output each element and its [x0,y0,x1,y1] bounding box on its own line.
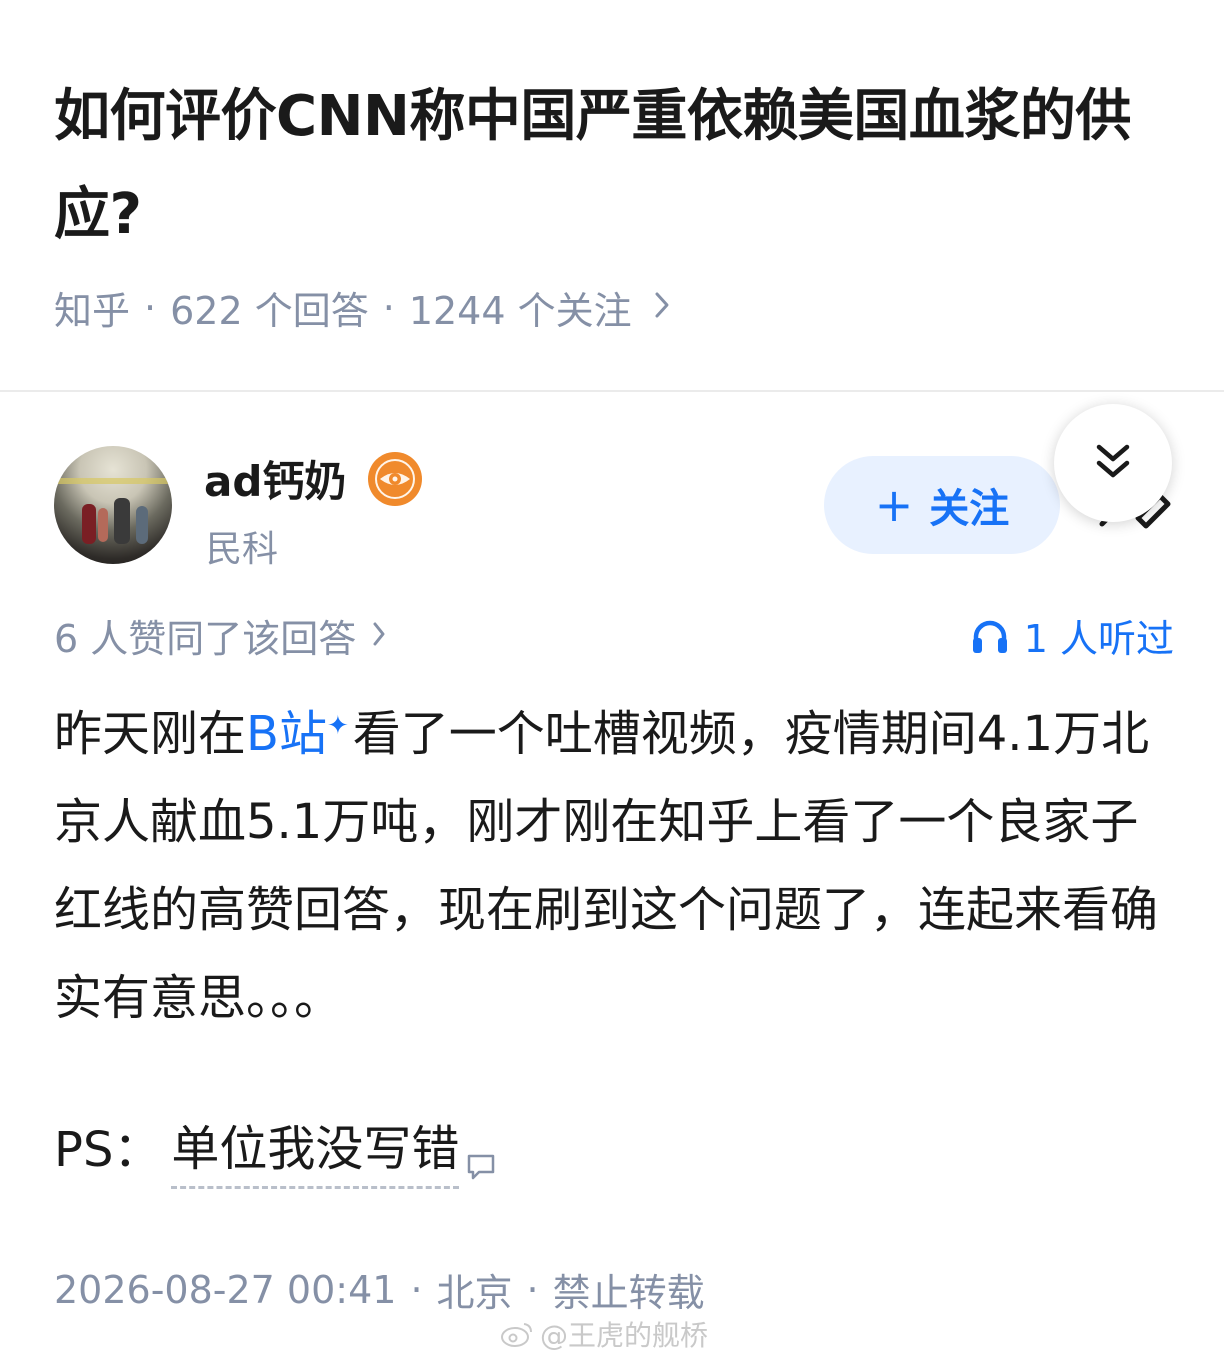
question-meta[interactable]: 知乎 · 622 个回答 · 1244 个关注 [54,280,670,335]
listened-text: 1 人听过 [1023,617,1174,661]
watermark: @王虎的舰桥 [500,1314,708,1354]
ps-paragraph: PS： 单位我没写错 [54,1106,497,1194]
comment-icon[interactable] [465,1122,497,1210]
eye-icon [368,451,423,506]
meta-separator: · [382,285,395,330]
copyright-notice: 禁止转载 [552,1271,705,1315]
author-tag: 民科 [206,529,279,570]
votes-link[interactable]: 6 人赞同了该回答 [54,608,386,663]
ps-prefix: PS： [54,1122,162,1178]
listen-link[interactable]: 1 人听过 [970,608,1174,663]
collapse-button[interactable] [1054,404,1172,522]
weibo-icon [501,1323,532,1347]
section-divider [0,390,1224,392]
content-text: 昨天刚在 [54,706,247,762]
answer-stats: 6 人赞同了该回答 1 人听过 [54,608,1174,661]
author-name-row: ad钙奶 [204,448,423,509]
answers-count: 622 个回答 [170,289,369,333]
bilibili-link[interactable]: B站 [246,706,327,762]
chevron-right-icon [654,288,670,328]
watermark-text: @王虎的舰桥 [540,1319,709,1352]
plus-icon: + [874,478,914,532]
votes-text: 6 人赞同了该回答 [54,617,357,661]
answer-location: 北京 [436,1271,513,1315]
followers-count: 1244 个关注 [408,289,632,333]
author-card: ad钙奶 民科 + 关注 [54,446,1174,570]
chevron-right-icon [372,616,386,656]
author-name[interactable]: ad钙奶 [204,448,346,509]
double-chevron-down-icon [1093,441,1133,485]
annotated-text[interactable]: 单位我没写错 [171,1112,460,1189]
sparkle-icon: ✦ [326,711,349,741]
source-label: 知乎 [54,289,131,333]
meta-separator: · [410,1267,423,1312]
question-header: 如何评价CNN称中国严重依赖美国血浆的供应? [54,68,1164,264]
answer-content: 昨天刚在B站✦看了一个吐槽视频，疫情期间4.1万北京人献血5.1万吨，刚才刚在知… [54,690,1174,1042]
meta-separator: · [526,1267,539,1312]
follow-button[interactable]: + 关注 [824,456,1060,554]
follow-label: 关注 [929,486,1010,532]
answer-date: 2026-08-27 00:41 [54,1267,397,1312]
answer-footer: 2026-08-27 00:41 · 北京 · 禁止转载 [54,1262,705,1317]
avatar[interactable] [54,446,172,564]
headphones-icon [972,620,1007,653]
meta-separator: · [144,285,157,330]
question-title[interactable]: 如何评价CNN称中国严重依赖美国血浆的供应? [54,68,1164,264]
